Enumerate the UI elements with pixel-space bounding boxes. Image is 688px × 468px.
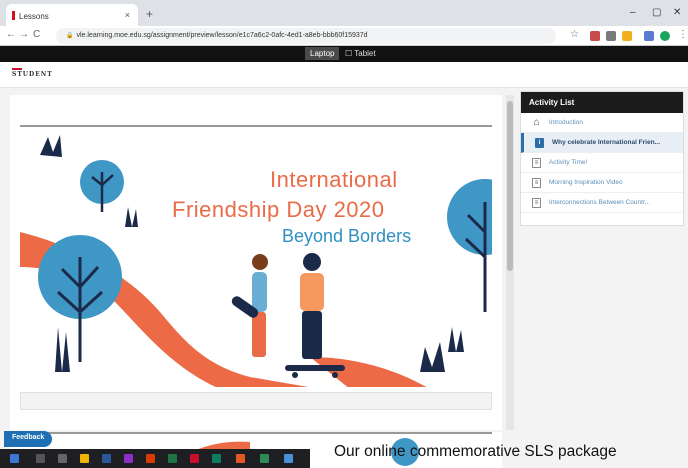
- sls-logo[interactable]: STUDENT: [12, 68, 53, 78]
- lesson-content-panel: International Friendship Day 2020 Beyond…: [10, 95, 502, 430]
- browser-menu-icon[interactable]: ⋮: [678, 29, 688, 40]
- search-icon[interactable]: [36, 454, 45, 463]
- slide-subtitle: Beyond Borders: [282, 226, 412, 246]
- leaf-cluster: [40, 135, 62, 157]
- bookmark-star-icon[interactable]: ☆: [570, 29, 579, 40]
- document-icon: ≡: [532, 198, 541, 208]
- back-icon[interactable]: ←: [6, 29, 16, 40]
- girl-pants: [252, 312, 266, 357]
- feedback-button[interactable]: Feedback: [4, 431, 53, 447]
- extension-icon[interactable]: [644, 31, 654, 41]
- scrollbar-thumb[interactable]: [507, 101, 513, 271]
- slide-title-line2: Friendship Day 2020: [172, 197, 385, 222]
- activity-list-panel: Activity List ⌂ Introduction i Why celeb…: [520, 91, 684, 226]
- app-icon[interactable]: [212, 454, 221, 463]
- app-icon[interactable]: [124, 454, 133, 463]
- extension-icon[interactable]: [590, 31, 600, 41]
- app-icon[interactable]: [284, 454, 293, 463]
- activity-item-introduction[interactable]: ⌂ Introduction: [521, 113, 683, 133]
- sls-header: STUDENT: [0, 62, 688, 88]
- caption-text: Our online commemorative SLS package: [334, 443, 617, 460]
- tab-title: Lessons: [19, 12, 49, 21]
- close-window-icon[interactable]: ✕: [673, 7, 681, 18]
- activity-item-label: Why celebrate International Frien...: [552, 139, 660, 146]
- leaf-cluster: [420, 342, 445, 372]
- new-tab-icon[interactable]: +: [146, 7, 153, 21]
- activity-item-why-celebrate[interactable]: i Why celebrate International Frien...: [521, 133, 683, 153]
- browser-tab-bar: Lessons × + – ▢ ✕: [0, 0, 688, 26]
- home-icon: ⌂: [533, 117, 540, 128]
- device-toggle-bar: Laptop ☐ Tablet: [0, 46, 688, 62]
- app-icon[interactable]: [168, 454, 177, 463]
- tab-close-icon[interactable]: ×: [125, 10, 130, 20]
- document-icon: i: [535, 138, 544, 148]
- minimize-icon[interactable]: –: [630, 7, 636, 18]
- address-bar: ← → C 🔒 vle.learning.moe.edu.sg/assignmen…: [0, 26, 688, 46]
- browser-tab-lessons[interactable]: Lessons ×: [6, 4, 138, 26]
- boy-head: [303, 253, 321, 271]
- document-icon: ≡: [532, 178, 541, 188]
- leaf-cluster: [448, 327, 464, 352]
- river-shape-right: [310, 357, 427, 387]
- activity-item-label: Morning Inspiration Video: [549, 179, 623, 186]
- girl-head: [252, 254, 268, 270]
- file-explorer-icon[interactable]: [80, 454, 89, 463]
- windows-taskbar: [0, 449, 310, 468]
- slide-border: [20, 432, 492, 434]
- activity-item-interconnections[interactable]: ≡ Interconnections Between Countr...: [521, 193, 683, 213]
- slide-title-line1: International: [270, 167, 398, 192]
- extension-icon[interactable]: [606, 31, 616, 41]
- forward-icon[interactable]: →: [19, 29, 29, 40]
- url-text: vle.learning.moe.edu.sg/assignment/previ…: [76, 32, 368, 39]
- leaf-cluster: [125, 207, 138, 227]
- activity-item-morning-inspiration[interactable]: ≡ Morning Inspiration Video: [521, 173, 683, 193]
- slide-illustration: [20, 135, 492, 387]
- start-icon[interactable]: [10, 454, 19, 463]
- tablet-view-button[interactable]: ☐ Tablet: [345, 49, 376, 58]
- laptop-view-button[interactable]: Laptop: [305, 47, 340, 60]
- activity-item-label: Interconnections Between Countr...: [549, 199, 651, 206]
- lock-icon: 🔒: [66, 33, 74, 39]
- skateboard-wheel: [332, 372, 338, 378]
- app-icon[interactable]: [102, 454, 111, 463]
- favicon-icon: [12, 11, 15, 20]
- screen: Lessons × + – ▢ ✕ ← → C 🔒 vle.learning.mo…: [0, 0, 688, 468]
- app-icon[interactable]: [190, 454, 199, 463]
- activity-list-heading: Activity List: [521, 92, 683, 113]
- profile-avatar[interactable]: [660, 31, 670, 41]
- slide-controls-strip[interactable]: [20, 392, 492, 410]
- activity-item-label: Introduction: [549, 119, 583, 126]
- girl-jacket: [252, 272, 267, 312]
- skateboard-wheel: [292, 372, 298, 378]
- content-scrollbar[interactable]: [506, 95, 514, 430]
- task-view-icon[interactable]: [58, 454, 67, 463]
- maximize-icon[interactable]: ▢: [652, 7, 661, 18]
- document-icon: ≡: [532, 158, 541, 168]
- boy-pants: [302, 311, 322, 359]
- extension-icon[interactable]: [622, 31, 632, 41]
- url-input[interactable]: 🔒 vle.learning.moe.edu.sg/assignment/prev…: [56, 28, 556, 44]
- activity-item-label: Activity Time!: [549, 159, 588, 166]
- app-icon[interactable]: [260, 454, 269, 463]
- app-icon[interactable]: [146, 454, 155, 463]
- feedback-label: Feedback: [12, 434, 45, 441]
- chrome-icon[interactable]: [236, 454, 245, 463]
- skateboard: [285, 365, 345, 371]
- reload-icon[interactable]: C: [33, 29, 40, 40]
- boy-shirt: [300, 273, 324, 311]
- leaf-cluster: [55, 327, 70, 372]
- activity-item-activity-time[interactable]: ≡ Activity Time!: [521, 153, 683, 173]
- lesson-slide: International Friendship Day 2020 Beyond…: [20, 125, 492, 387]
